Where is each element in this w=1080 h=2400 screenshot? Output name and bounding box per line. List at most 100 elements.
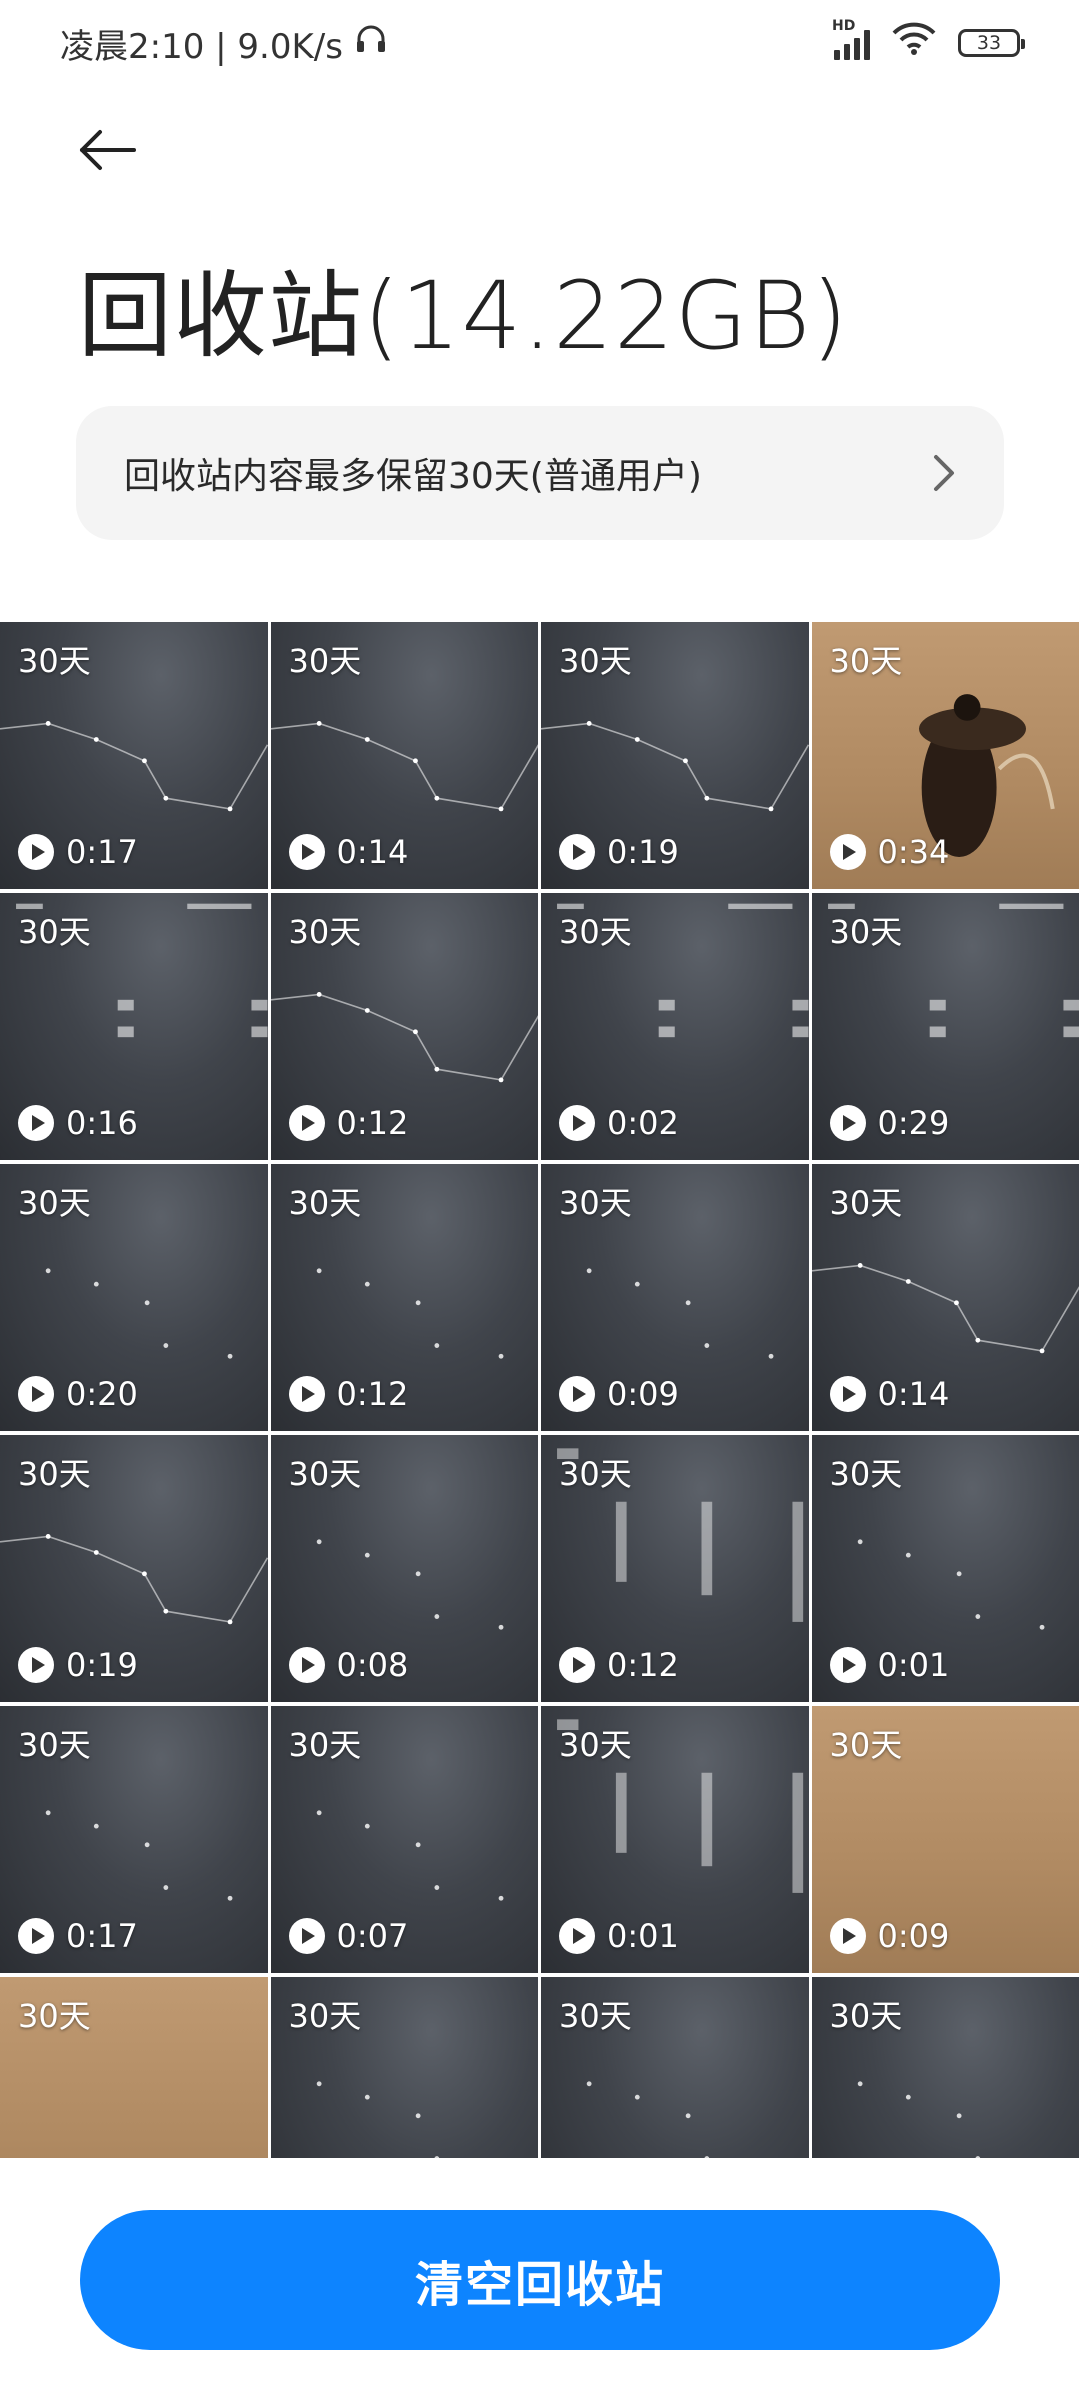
duration-text: 0:19 xyxy=(66,1646,138,1684)
wifi-icon xyxy=(892,22,936,65)
retention-label: 30天 xyxy=(559,1726,632,1764)
retention-label: 30天 xyxy=(559,1184,632,1222)
retention-label: 30天 xyxy=(559,1997,632,2035)
play-icon xyxy=(829,1647,866,1683)
video-thumbnail[interactable]: 30天 0:14 xyxy=(270,622,538,889)
retention-label: 30天 xyxy=(288,642,362,680)
retention-label: 30天 xyxy=(829,1184,903,1222)
video-thumbnail[interactable]: 30天 0:20 xyxy=(0,1164,268,1431)
play-icon xyxy=(829,1105,866,1141)
duration-badge: 0:07 xyxy=(288,1917,409,1955)
duration-badge: 0:29 xyxy=(829,1104,950,1142)
status-left: 凌晨2:10 | 9.0K/s xyxy=(60,19,389,68)
page-title: 回收站(14.22GB) xyxy=(78,262,849,371)
duration-badge: 0:34 xyxy=(829,833,949,871)
duration-badge: 0:12 xyxy=(288,1375,409,1413)
duration-badge: 0:19 xyxy=(18,1646,138,1684)
duration-text: 0:12 xyxy=(336,1104,409,1142)
duration-text: 0:14 xyxy=(877,1375,950,1413)
video-thumbnail[interactable]: 30天 0:01 xyxy=(541,1706,809,1973)
network-label: HD xyxy=(832,18,856,34)
play-icon xyxy=(18,1647,54,1683)
status-right: HD 33 xyxy=(832,18,1025,65)
retention-label: 30天 xyxy=(18,1184,91,1222)
video-thumbnail[interactable]: 30天 0:19 xyxy=(0,1435,268,1702)
retention-label: 30天 xyxy=(288,1184,362,1222)
duration-text: 0:07 xyxy=(336,1917,409,1955)
battery-icon: 33 xyxy=(958,29,1025,57)
duration-text: 0:08 xyxy=(336,1646,409,1684)
video-thumbnail[interactable]: 30天 0:14 xyxy=(811,1164,1079,1431)
video-thumbnail[interactable]: 30天 0:34 xyxy=(811,622,1079,889)
duration-text: 0:02 xyxy=(607,1104,679,1142)
trash-thumbnail-grid: 30天 0:17 30天 0:14 30天 0:19 30天 0:34 30天 0:16 30天 0:… xyxy=(0,622,1080,2158)
video-thumbnail[interactable]: 30天 0:07 xyxy=(270,1706,538,1973)
play-icon xyxy=(288,834,325,870)
play-icon xyxy=(829,834,866,870)
video-thumbnail[interactable]: 30天 0:17 xyxy=(0,622,268,889)
duration-text: 0:09 xyxy=(607,1375,679,1413)
video-thumbnail[interactable]: 30天 0:08 xyxy=(270,1435,538,1702)
duration-text: 0:01 xyxy=(607,1917,679,1955)
play-icon xyxy=(559,1918,595,1954)
duration-badge: 0:14 xyxy=(288,833,409,871)
retention-label: 30天 xyxy=(559,1455,632,1493)
duration-badge: 0:17 xyxy=(18,833,138,871)
play-icon xyxy=(288,1105,325,1141)
video-thumbnail[interactable]: 30天 0:09 xyxy=(811,1706,1079,1973)
retention-label: 30天 xyxy=(829,1455,903,1493)
duration-text: 0:17 xyxy=(66,1917,138,1955)
play-icon xyxy=(829,1918,866,1954)
video-thumbnail[interactable]: 30天 0:09 xyxy=(541,1164,809,1431)
duration-text: 0:29 xyxy=(877,1104,950,1142)
duration-badge: 0:14 xyxy=(829,1375,950,1413)
play-icon xyxy=(288,1918,325,1954)
video-thumbnail[interactable]: 30天 0:12 xyxy=(541,1435,809,1702)
video-thumbnail[interactable]: 30天 xyxy=(811,1977,1079,2158)
video-thumbnail[interactable]: 30天 0:29 xyxy=(811,893,1079,1160)
duration-badge: 0:09 xyxy=(829,1917,950,1955)
duration-badge: 0:19 xyxy=(559,833,679,871)
retention-label: 30天 xyxy=(559,913,632,951)
duration-text: 0:17 xyxy=(66,833,138,871)
retention-label: 30天 xyxy=(18,913,91,951)
duration-text: 0:12 xyxy=(336,1375,409,1413)
retention-label: 30天 xyxy=(18,1726,91,1764)
play-icon xyxy=(288,1647,325,1683)
duration-text: 0:14 xyxy=(336,833,409,871)
video-thumbnail[interactable]: 30天 0:12 xyxy=(270,893,538,1160)
duration-badge: 0:01 xyxy=(829,1646,949,1684)
retention-label: 30天 xyxy=(829,642,903,680)
retention-label: 30天 xyxy=(829,1726,903,1764)
duration-text: 0:09 xyxy=(877,1917,950,1955)
arrow-left-icon xyxy=(80,130,136,170)
video-thumbnail[interactable]: 30天 0:17 xyxy=(0,1706,268,1973)
signal-icon: HD xyxy=(832,18,870,60)
play-icon xyxy=(559,1105,595,1141)
video-thumbnail[interactable]: 30天 0:01 xyxy=(811,1435,1079,1702)
video-thumbnail[interactable]: 30天 xyxy=(541,1977,809,2158)
video-thumbnail[interactable]: 30天 0:12 xyxy=(270,1164,538,1431)
video-thumbnail[interactable]: 30天 xyxy=(270,1977,538,2158)
play-icon xyxy=(829,1376,866,1412)
empty-trash-button[interactable]: 清空回收站 xyxy=(80,2210,1000,2350)
status-bar: 凌晨2:10 | 9.0K/s HD 33 xyxy=(0,0,1080,86)
battery-level: 33 xyxy=(976,32,1002,54)
retention-label: 30天 xyxy=(288,1726,362,1764)
duration-text: 0:12 xyxy=(607,1646,679,1684)
play-icon xyxy=(559,1647,595,1683)
retention-label: 30天 xyxy=(18,642,91,680)
duration-badge: 0:09 xyxy=(559,1375,679,1413)
play-icon xyxy=(18,1376,54,1412)
retention-label: 30天 xyxy=(829,913,903,951)
retention-notice-text: 回收站内容最多保留30天(普通用户) xyxy=(124,456,702,497)
duration-badge: 0:01 xyxy=(559,1917,679,1955)
video-thumbnail[interactable]: 30天 0:19 xyxy=(541,622,809,889)
headphones-icon xyxy=(353,21,389,66)
video-thumbnail[interactable]: 30天 xyxy=(0,1977,268,2158)
retention-notice-card[interactable]: 回收站内容最多保留30天(普通用户) xyxy=(76,406,1004,540)
back-button[interactable] xyxy=(68,110,148,190)
retention-label: 30天 xyxy=(559,642,632,680)
video-thumbnail[interactable]: 30天 0:02 xyxy=(541,893,809,1160)
video-thumbnail[interactable]: 30天 0:16 xyxy=(0,893,268,1160)
